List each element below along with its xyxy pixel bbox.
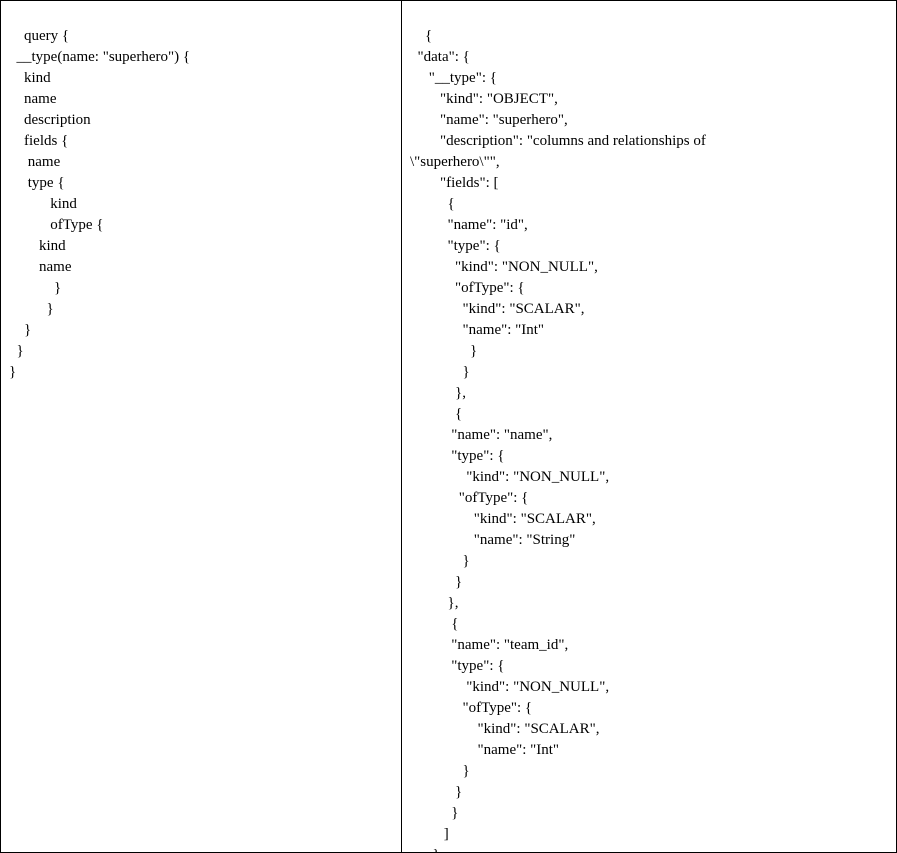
response-cell: { "data": { "__type": { "kind": "OBJECT"… (402, 1, 896, 852)
query-cell: query { __type(name: "superhero") { kind… (1, 1, 402, 852)
query-code: query { __type(name: "superhero") { kind… (9, 28, 190, 380)
response-code: { "data": { "__type": { "kind": "OBJECT"… (410, 28, 706, 852)
code-table: query { __type(name: "superhero") { kind… (0, 0, 897, 853)
